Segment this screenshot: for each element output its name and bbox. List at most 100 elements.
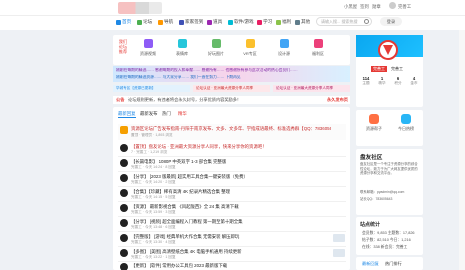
about-title: 盘友社区 [360,155,383,161]
row-divider [118,171,346,172]
category-images[interactable]: 好玩图片 [203,39,229,57]
stat-featured[interactable]: 1 精华 [374,76,390,86]
stat-label: 金币 [410,81,418,85]
hotlist-icon [401,114,411,124]
user-name[interactable]: 完善工 [398,4,411,10]
row-avatar [120,219,128,227]
vip-badge: 完善工 [371,66,387,72]
nav-forum[interactable]: 论坛 [137,19,152,25]
top-link-checkin[interactable]: 签到 [360,4,369,10]
nav-label: 首页 [122,19,132,24]
thread-thumbnail[interactable] [333,234,345,242]
nav-label: 软件/游戏 [234,19,254,24]
row-avatar [120,204,128,212]
tab-latest-reply[interactable]: 最新回复 [118,111,136,118]
sidebar-tab-hot[interactable]: 热门排行 [385,261,402,267]
category-emoji[interactable]: 表情库 [169,39,195,57]
pinned-meta: 置顶 · 管理员 · 1,893 浏览 [131,133,173,137]
nav-welfare[interactable]: 福利 [276,19,291,25]
row-avatar [120,159,128,167]
category-label: 福利区 [312,51,324,56]
site-logo[interactable] [118,2,162,14]
search-icon[interactable] [364,19,369,24]
scrollbar[interactable] [459,30,465,270]
top-link-blacklist[interactable]: 小黑屋 [344,4,357,10]
stat-label: 积分 [394,81,402,85]
props-icon [207,19,212,25]
pinned-title[interactable]: 资源区论坛广告发布指南-丹阳于南京发布、文多、文多年、学指成语最终、标准选秀群【… [131,126,331,132]
category-video[interactable]: 资源视频 [135,39,161,57]
row-avatar [120,189,128,197]
stat-label: 主题 [362,81,370,85]
nav-label: 道具 [213,19,223,24]
permanent-link[interactable]: 永久发布页 [327,97,348,103]
nav-label: 导航 [164,19,174,24]
thread-thumbnail[interactable] [333,249,345,257]
gift-icon [276,19,281,25]
row-avatar [120,249,128,257]
row-avatar [120,234,128,242]
category-vr[interactable]: VR专区 [237,39,263,57]
row-divider [118,261,346,262]
nav-other[interactable]: 其他 [295,19,310,25]
about-email: 联系邮箱：pyadmin@qq.com [360,190,405,194]
bear-icon [279,39,289,48]
thread-meta: 完善工 · 今天 13:59 · 3 回复 [131,210,176,214]
nav-home[interactable]: 首页 [116,19,131,25]
row-divider [118,246,346,247]
stat-points[interactable]: 6 积分 [390,76,406,86]
nav-label: 家家签到 [185,19,204,24]
app-resource[interactable]: 资源帮子 [359,114,389,132]
banner-line: 刚刚在每期的精选…… 感谢每期的投入和奉献…… 感谢所有…… 也感谢所有参与此次… [116,68,298,72]
row-avatar [120,144,128,152]
thread-meta: 完善工 · 今天 14:15 · 5 回复 [131,195,176,199]
pinned-avatar [120,126,128,134]
stat-coins[interactable]: 4 金币 [406,76,422,86]
app-hotlist[interactable]: 今日热榜 [391,114,421,132]
tab-featured[interactable]: 精华 [178,111,187,117]
resource-icon [369,114,379,124]
thread-meta: 完善工 · 今天 13:48 · 6 回复 [131,225,176,229]
nav-label: 论坛 [143,19,153,24]
notice-text[interactable]: 论坛规则更新，有违者将会永久封号，分享优质内容奖励多！ [128,97,241,103]
category-featured[interactable]: 我们 论坛 推荐 [117,39,129,56]
profile-name[interactable]: 完善工 [391,66,403,72]
forum-icon [137,19,142,25]
thread-meta: 完善工 · 今天 14:24 · 8 回复 [131,165,176,169]
emoji-icon [177,39,187,48]
thread-title[interactable]: 【更新】 [软件] 常用办公工具包 2023 最新版下载 [131,263,326,269]
study-icon [257,19,262,25]
stat-threads[interactable]: 114 主题 [358,76,374,86]
user-avatar[interactable] [389,2,396,9]
gift-icon [313,39,323,48]
category-design[interactable]: 设计源 [271,39,297,57]
tab-latest-post[interactable]: 最新发布 [140,111,158,117]
about-text: 盘友社区是一个专注于资源分享的综合性论坛，致力于为广大网友提供优质的资源分享和交… [360,162,418,175]
announcement-strip[interactable]: 论坛认证 · 亚洲最大资源分享人同享 [193,85,270,92]
top-link-medal[interactable]: 勋章 [372,4,381,10]
app-label: 今日热榜 [398,126,414,131]
nav-props[interactable]: 道具 [207,19,222,25]
more-icon [295,19,300,25]
category-label: 设计源 [278,51,290,56]
thread-meta: 完善工 · 今天 13:22 · 1 回复 [131,255,176,259]
announcement-strip[interactable]: 论坛认证 · 亚洲最大资源分享人同享 [273,85,350,92]
tab-hot[interactable]: 热门 [162,111,171,117]
stat-label: 精华 [378,81,386,85]
notice-tag: 公告 [116,97,125,102]
site-stat-line: 帖子数：82,510 今日：1,216 [362,238,411,242]
guide-icon [158,19,163,25]
row-divider [118,201,346,202]
site-stats-title: 站点统计 [360,222,381,228]
category-label: VR专区 [243,51,257,56]
site-stat-line: 会员数：9,853 主题数：17,826 [362,231,415,235]
nav-guide[interactable]: 导航 [158,19,173,25]
category-welfare[interactable]: 福利区 [305,39,331,57]
row-divider [118,186,346,187]
announcement-strip[interactable]: 华城专区【资源已更新】 [113,85,190,92]
sidebar-tab-latest[interactable]: 最新回复 [362,261,379,267]
nav-study[interactable]: 学习 [257,19,272,25]
login-button[interactable]: 登录 [380,17,402,26]
nav-checkin[interactable]: 家家签到 [179,19,203,25]
nav-software[interactable]: 软件/游戏 [228,19,254,25]
